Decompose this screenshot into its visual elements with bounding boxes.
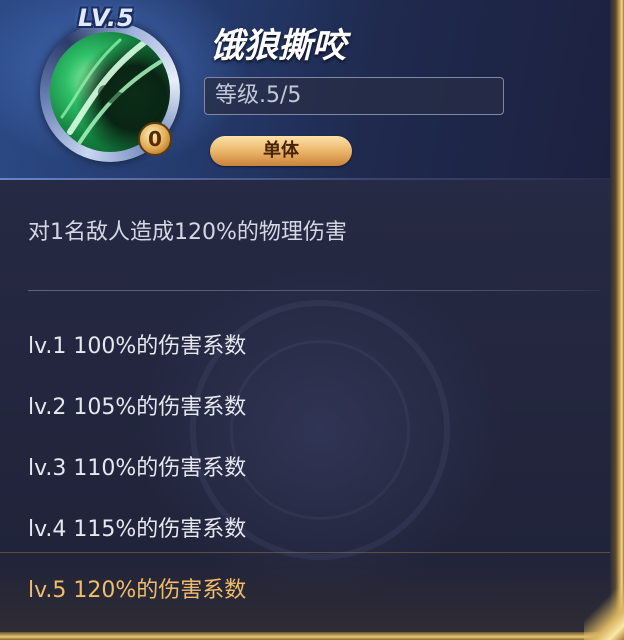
level-list: lv.1 100%的伤害系数 lv.2 105%的伤害系数 lv.3 110%的… <box>28 326 246 631</box>
skill-description: 对1名敌人造成120%的物理伤害 <box>28 220 347 245</box>
skill-cost-badge: 0 <box>138 122 172 156</box>
level-row-2: lv.2 105%的伤害系数 <box>28 395 247 420</box>
target-type-tag: 单体 <box>210 136 352 166</box>
skill-level-field: 等级.5/5 <box>204 77 504 115</box>
background-emblem-inner <box>230 340 410 520</box>
skill-name: 饿狼撕咬 <box>210 26 346 66</box>
gold-frame-bottom <box>0 632 624 640</box>
skill-level-badge: LV.5 <box>78 4 135 32</box>
level-row-3: lv.3 110%的伤害系数 <box>28 456 247 481</box>
skill-header: LV.5 0 饿狼撕咬 等级.5/5 单体 <box>0 0 610 180</box>
skill-detail-panel: LV.5 0 饿狼撕咬 等级.5/5 单体 对1名敌人造成120%的物理伤害 l… <box>0 0 624 640</box>
level-row-5-current: lv.5 120%的伤害系数 <box>28 578 247 603</box>
level-row-4: lv.4 115%的伤害系数 <box>28 517 247 542</box>
section-divider <box>28 290 600 291</box>
gold-frame-right <box>610 0 624 640</box>
header-divider <box>0 178 610 180</box>
level-row-1: lv.1 100%的伤害系数 <box>28 334 247 359</box>
gold-frame-corner <box>584 580 624 640</box>
